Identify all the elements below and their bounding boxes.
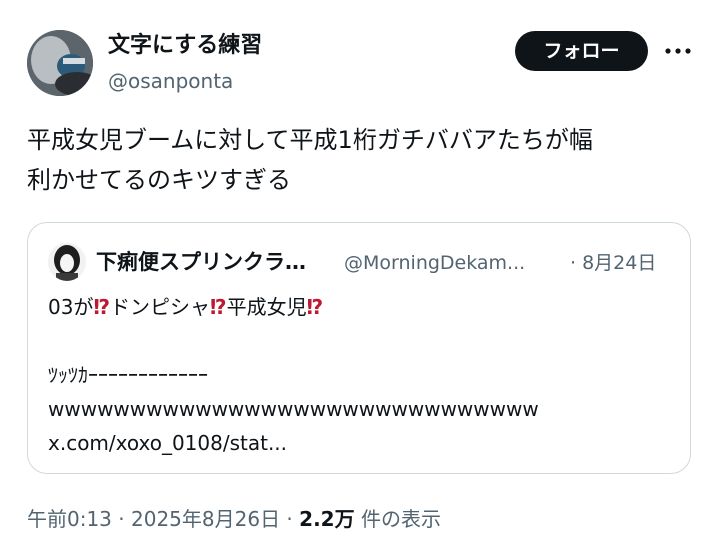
follow-button[interactable]: フォロー xyxy=(515,31,648,71)
quoted-author-name[interactable]: 下痢便スプリンクラ… xyxy=(96,248,306,276)
quoted-text-blank-line xyxy=(48,324,678,358)
quoted-text-segment: 平成女児 xyxy=(226,295,307,319)
quoted-text-segment: ドンピシャ xyxy=(110,295,211,319)
quoted-tweet-link[interactable]: x.com/xoxo_0108/stat... xyxy=(48,426,678,460)
tweet-time[interactable]: 午前0:13 xyxy=(27,507,112,531)
tweet-detail: 文字にする練習 @osanponta フォロー 平成女児ブームに対して平成1桁ガ… xyxy=(0,0,720,545)
views-count: 2.2万 xyxy=(299,507,355,531)
tweet-text: 平成女児ブームに対して平成1桁ガチババアたちが幅 利かせてるのキツすぎる xyxy=(27,126,593,194)
quoted-text-line: ﾂｯﾂｶｰｰｰｰｰｰｰｰｰｰｰｰ xyxy=(48,363,208,387)
more-dots-icon[interactable] xyxy=(663,40,693,62)
interrobang-emoji-icon: ⁉ xyxy=(306,295,324,319)
meta-separator: · xyxy=(111,507,131,531)
author-display-name[interactable]: 文字にする練習 xyxy=(108,32,262,60)
quoted-tweet-text: 03が⁉ ドンピシャ⁉ 平成女児⁉ ﾂｯﾂｶｰｰｰｰｰｰｰｰｰｰｰｰ wwwwwww… xyxy=(48,290,678,460)
author-handle[interactable]: @osanponta xyxy=(108,68,233,94)
meta-separator: · xyxy=(280,507,300,531)
quoted-text-line: 03が⁉ ドンピシャ⁉ 平成女児⁉ xyxy=(48,290,678,324)
tweet-meta: 午前0:13 · 2025年8月26日 · 2.2万 件の表示 xyxy=(27,505,441,533)
quoted-text-segment: 03が xyxy=(48,295,94,319)
quoted-tweet-date[interactable]: · 8月24日 xyxy=(570,249,656,277)
author-avatar[interactable] xyxy=(27,30,93,96)
quoted-author-handle[interactable]: @MorningDekam... xyxy=(344,249,525,277)
quoted-author-avatar[interactable] xyxy=(48,243,86,281)
views-label: 件の表示 xyxy=(354,507,441,531)
quoted-tweet-card[interactable]: 下痢便スプリンクラ… @MorningDekam... · 8月24日 03が⁉… xyxy=(27,222,691,474)
tweet-date[interactable]: 2025年8月26日 xyxy=(131,507,280,531)
interrobang-emoji-icon: ⁉ xyxy=(93,295,110,319)
interrobang-emoji-icon: ⁉ xyxy=(210,295,227,319)
quoted-text-line: wwwwwwwwwwwwwwwwwwwwwwwwwwwwww xyxy=(48,397,539,421)
